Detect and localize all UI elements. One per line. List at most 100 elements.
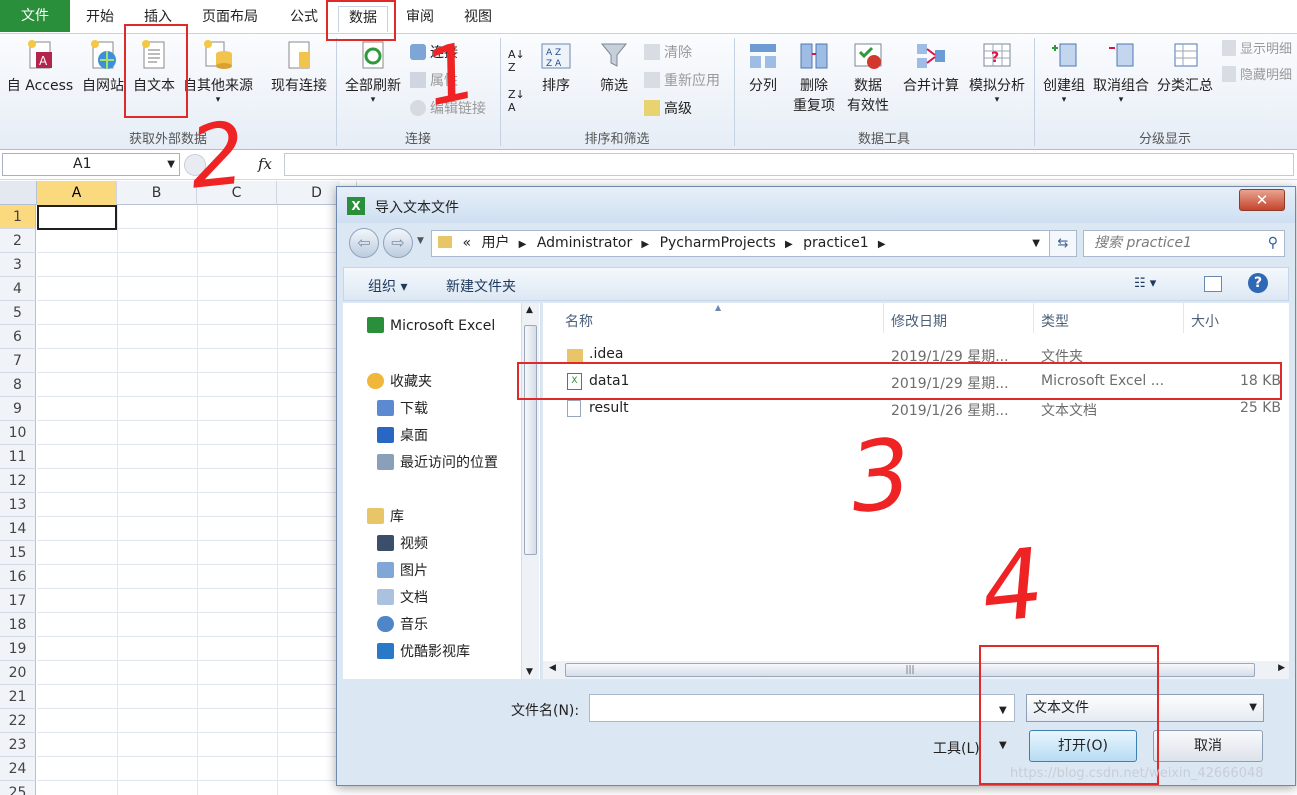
reapply-button[interactable]: 重新应用 [644, 70, 720, 90]
row-header[interactable]: 21 [0, 685, 36, 709]
chevron-down-icon[interactable]: ▼ [1032, 231, 1040, 256]
nav-documents[interactable]: 文档 [377, 587, 428, 607]
nav-music[interactable]: 音乐 [377, 614, 428, 634]
row-header[interactable]: 22 [0, 709, 36, 733]
nav-youku-library[interactable]: 优酷影视库 [377, 641, 470, 661]
tools-menu[interactable]: 工具(L) [933, 738, 980, 758]
insert-function-icon[interactable]: fx [258, 155, 272, 173]
view-options-icon[interactable]: ☷ ▾ [1134, 276, 1156, 291]
preview-pane-icon[interactable] [1204, 276, 1222, 292]
row-header[interactable]: 11 [0, 445, 36, 469]
tab-page-layout[interactable]: 页面布局 [192, 6, 268, 32]
nav-downloads[interactable]: 下载 [377, 398, 428, 418]
from-access-button[interactable]: A 自 Access [4, 38, 76, 96]
column-header-b[interactable]: B [117, 181, 197, 205]
scroll-down-icon[interactable]: ▼ [526, 667, 533, 677]
scroll-left-icon[interactable]: ◀ [549, 663, 556, 673]
nav-scrollbar[interactable]: ▲ ▼ [521, 303, 539, 679]
row-header[interactable]: 20 [0, 661, 36, 685]
new-folder-button[interactable]: 新建文件夹 [446, 276, 516, 296]
row-header[interactable]: 6 [0, 325, 36, 349]
ungroup-button[interactable]: 取消组合 ▾ [1088, 38, 1154, 105]
nav-microsoft-excel[interactable]: Microsoft Excel [367, 317, 495, 334]
existing-connections-button[interactable]: 现有连接 [266, 38, 332, 96]
filename-input[interactable] [589, 694, 1015, 722]
data-validation-button[interactable]: 数据 有效性 [840, 38, 896, 116]
file-row-result[interactable]: result 2019/1/26 星期... 文本文档 25 KB [551, 397, 1281, 421]
from-web-button[interactable]: 自网站 [78, 38, 128, 96]
name-box[interactable]: A1 ▼ [2, 153, 180, 176]
row-header[interactable]: 19 [0, 637, 36, 661]
advanced-filter-button[interactable]: 高级 [644, 98, 692, 118]
breadcrumb-pycharmprojects[interactable]: PycharmProjects [660, 235, 776, 251]
row-header[interactable]: 12 [0, 469, 36, 493]
consolidate-button[interactable]: 合并计算 [898, 38, 964, 96]
breadcrumb-practice1[interactable]: practice1 [803, 235, 869, 251]
column-name[interactable]: 名称 [565, 311, 593, 331]
row-header[interactable]: 24 [0, 757, 36, 781]
formula-input[interactable] [284, 153, 1294, 176]
tab-formulas[interactable]: 公式 [280, 6, 328, 32]
row-header[interactable]: 8 [0, 373, 36, 397]
column-type[interactable]: 类型 [1041, 311, 1069, 331]
row-header[interactable]: 5 [0, 301, 36, 325]
column-divider[interactable] [883, 303, 884, 333]
file-list-horizontal-scrollbar[interactable]: ◀ ||| ▶ [543, 661, 1289, 679]
row-header[interactable]: 2 [0, 229, 36, 253]
breadcrumb-users[interactable]: 用户 [481, 235, 509, 251]
search-input[interactable]: 搜索 practice1 ⚲ [1083, 230, 1285, 257]
hide-detail-button[interactable]: 隐藏明细 [1222, 64, 1292, 83]
clear-filter-button[interactable]: 清除 [644, 42, 692, 62]
tab-home[interactable]: 开始 [76, 6, 124, 32]
what-if-analysis-button[interactable]: ? 模拟分析 ▾ [964, 38, 1030, 105]
column-divider[interactable] [1183, 303, 1184, 333]
row-header[interactable]: 10 [0, 421, 36, 445]
close-button[interactable]: ✕ [1239, 189, 1285, 211]
sort-az-icon[interactable]: A↓ Z [508, 48, 525, 74]
address-bar[interactable]: « 用户 ▶ Administrator ▶ PycharmProjects ▶… [431, 230, 1075, 257]
filter-button[interactable]: 筛选 [592, 38, 636, 96]
row-header[interactable]: 4 [0, 277, 36, 301]
tab-review[interactable]: 审阅 [396, 6, 444, 32]
sort-za-icon[interactable]: Z↓ A [508, 88, 525, 114]
row-header[interactable]: 23 [0, 733, 36, 757]
nav-recent-places[interactable]: 最近访问的位置 [377, 452, 498, 472]
column-size[interactable]: 大小 [1191, 311, 1219, 331]
nav-desktop[interactable]: 桌面 [377, 425, 428, 445]
nav-videos[interactable]: 视频 [377, 533, 428, 553]
cancel-button[interactable]: 取消 [1153, 730, 1263, 762]
nav-pictures[interactable]: 图片 [377, 560, 428, 580]
row-header[interactable]: 3 [0, 253, 36, 277]
subtotal-button[interactable]: 分类汇总 [1154, 38, 1216, 96]
column-divider[interactable] [1033, 303, 1034, 333]
back-button[interactable]: ⇦ [349, 228, 379, 258]
row-header[interactable]: 1 [0, 205, 36, 229]
row-header[interactable]: 17 [0, 589, 36, 613]
remove-duplicates-button[interactable]: 删除 重复项 [788, 38, 840, 116]
breadcrumb-administrator[interactable]: Administrator [537, 235, 632, 251]
tab-file[interactable]: 文件 [0, 0, 70, 32]
sort-button[interactable]: A ZZ A 排序 [534, 38, 578, 96]
from-other-sources-button[interactable]: 自其他来源 ▾ [180, 38, 256, 105]
row-header[interactable]: 25 [0, 781, 36, 795]
group-button[interactable]: 创建组 ▾ [1036, 38, 1092, 105]
select-all-corner[interactable] [0, 181, 37, 205]
refresh-icon[interactable]: ⇆ [1049, 230, 1077, 257]
row-header[interactable]: 16 [0, 565, 36, 589]
nav-libraries[interactable]: 库 [367, 506, 404, 526]
recent-pages-icon[interactable]: ▼ [417, 236, 424, 246]
row-header[interactable]: 9 [0, 397, 36, 421]
refresh-all-button[interactable]: 全部刷新 ▾ [340, 38, 406, 105]
row-header[interactable]: 15 [0, 541, 36, 565]
column-date-modified[interactable]: 修改日期 [891, 311, 947, 331]
row-header[interactable]: 14 [0, 517, 36, 541]
show-detail-button[interactable]: 显示明细 [1222, 38, 1292, 57]
row-header[interactable]: 13 [0, 493, 36, 517]
forward-button[interactable]: ⇨ [383, 228, 413, 258]
scroll-right-icon[interactable]: ▶ [1278, 663, 1285, 673]
row-header[interactable]: 7 [0, 349, 36, 373]
text-to-columns-button[interactable]: 分列 [740, 38, 786, 96]
scroll-thumb[interactable] [524, 325, 537, 555]
row-header[interactable]: 18 [0, 613, 36, 637]
column-header-a[interactable]: A [37, 181, 117, 205]
